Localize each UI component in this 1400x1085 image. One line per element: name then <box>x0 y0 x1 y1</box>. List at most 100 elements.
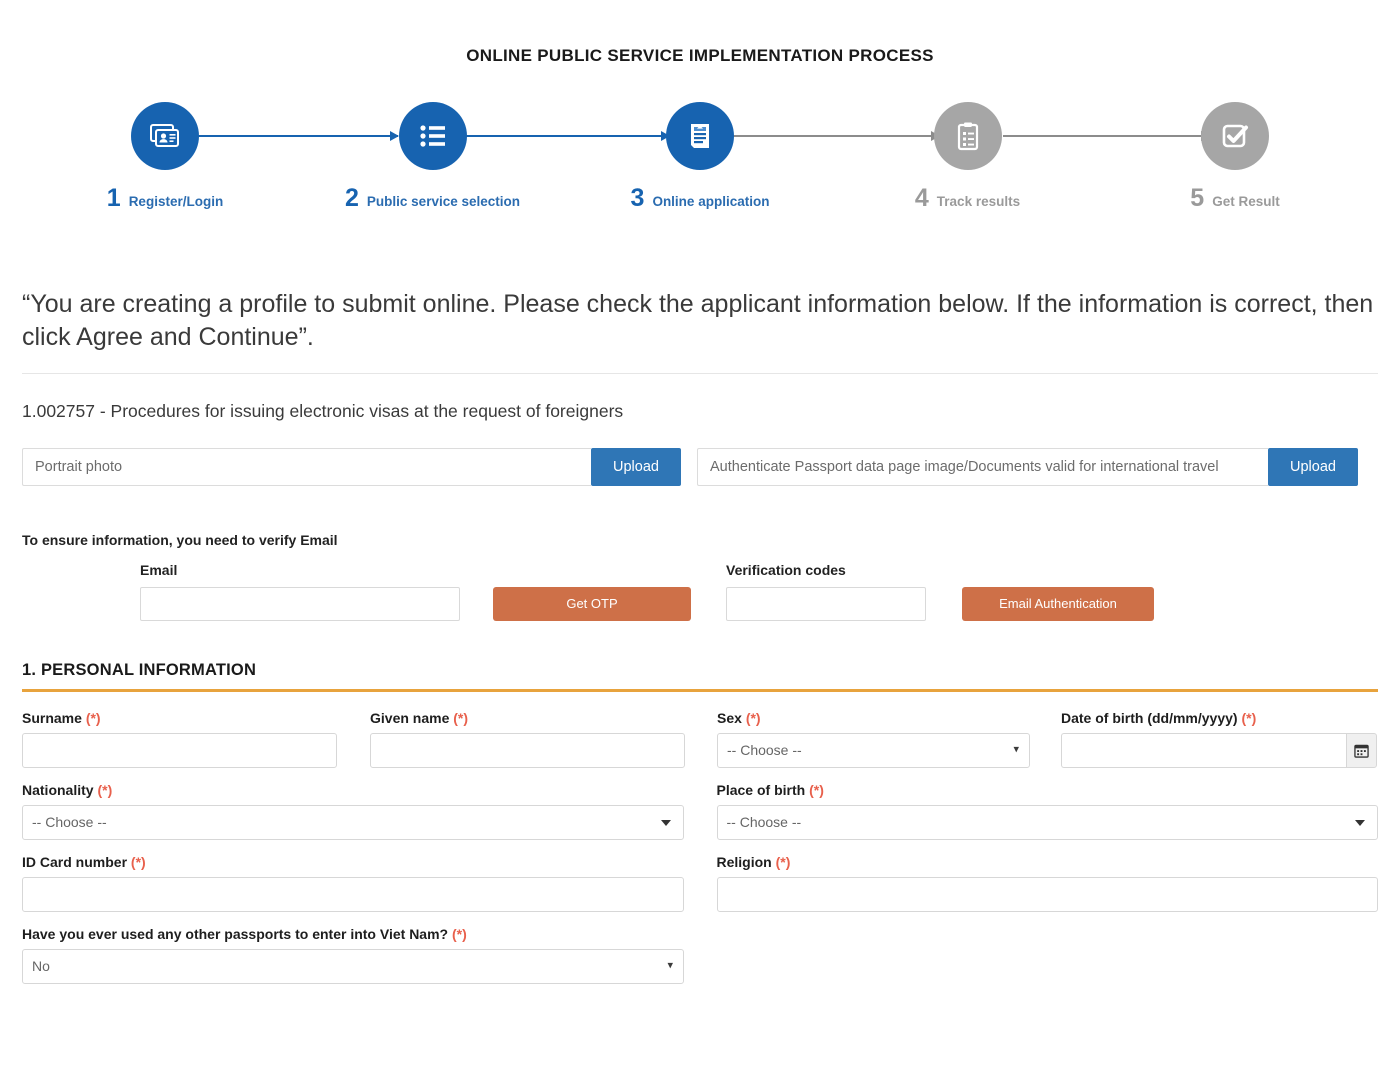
dob-required-mark: (*) <box>1241 710 1256 726</box>
step-5-text: Get Result <box>1212 195 1280 209</box>
other-passports-required-mark: (*) <box>452 926 467 942</box>
sex-select[interactable]: -- Choose -- <box>717 733 1030 768</box>
sex-select-wrap: -- Choose -- ▾ <box>717 733 1030 768</box>
step-5-circle <box>1201 102 1269 170</box>
page-root: ONLINE PUBLIC SERVICE IMPLEMENTATION PRO… <box>0 0 1400 984</box>
nationality-select-wrap: -- Choose -- <box>22 805 684 840</box>
field-id-card-number: ID Card number (*) <box>22 854 684 912</box>
procedure-code: 1.002757 - Procedures for issuing electr… <box>22 374 1378 448</box>
dob-label: Date of birth (dd/mm/yyyy) (*) <box>1061 710 1377 726</box>
step-1-circle <box>131 102 199 170</box>
place-of-birth-select[interactable]: -- Choose -- <box>717 805 1379 840</box>
list-icon <box>417 120 449 152</box>
id-card-number-label-text: ID Card number <box>22 854 127 870</box>
email-input[interactable] <box>140 587 460 621</box>
dob-input[interactable] <box>1061 733 1346 768</box>
connector-2-3 <box>463 135 669 137</box>
passport-page-filename[interactable]: Authenticate Passport data page image/Do… <box>697 448 1268 486</box>
step-4-text: Track results <box>937 195 1020 209</box>
step-2-number: 2 <box>345 186 359 211</box>
nationality-label: Nationality (*) <box>22 782 684 798</box>
surname-required-mark: (*) <box>86 710 101 726</box>
connector-3-4 <box>733 135 939 137</box>
field-religion: Religion (*) <box>717 854 1379 912</box>
form-row-3: ID Card number (*) Religion (*) <box>22 854 1378 912</box>
step-1-text: Register/Login <box>129 195 224 209</box>
place-of-birth-select-wrap: -- Choose -- <box>717 805 1379 840</box>
step-3-label: 3 Online application <box>631 186 770 211</box>
portrait-photo-upload-group: Portrait photo Upload <box>22 448 681 486</box>
id-card-number-input[interactable] <box>22 877 684 912</box>
given-name-label: Given name (*) <box>370 710 685 726</box>
personal-information-form: Surname (*) Given name (*) Sex (*) <box>22 710 1378 984</box>
surname-label: Surname (*) <box>22 710 337 726</box>
religion-input[interactable] <box>717 877 1379 912</box>
verification-codes-input[interactable] <box>726 587 926 621</box>
verification-codes-group: Verification codes <box>726 562 926 621</box>
field-given-name: Given name (*) <box>370 710 685 768</box>
religion-required-mark: (*) <box>776 854 791 870</box>
field-date-of-birth: Date of birth (dd/mm/yyyy) (*) <box>1061 710 1377 768</box>
other-passports-label: Have you ever used any other passports t… <box>22 926 684 942</box>
dob-input-group <box>1061 733 1377 768</box>
portrait-photo-filename[interactable]: Portrait photo <box>22 448 591 486</box>
given-name-required-mark: (*) <box>453 710 468 726</box>
step-public-service-selection[interactable]: 2 Public service selection <box>363 102 503 211</box>
nationality-label-text: Nationality <box>22 782 94 798</box>
step-2-label: 2 Public service selection <box>345 186 520 211</box>
sex-label-text: Sex <box>717 710 742 726</box>
other-passports-select[interactable]: No <box>22 949 684 984</box>
step-1-number: 1 <box>107 186 121 211</box>
surname-label-text: Surname <box>22 710 82 726</box>
sex-label: Sex (*) <box>717 710 1030 726</box>
step-3-number: 3 <box>631 186 645 211</box>
surname-input[interactable] <box>22 733 337 768</box>
field-sex: Sex (*) -- Choose -- ▾ <box>717 710 1030 768</box>
connector-4-5 <box>1003 135 1209 137</box>
step-4-circle <box>934 102 1002 170</box>
religion-label: Religion (*) <box>717 854 1379 870</box>
step-4-number: 4 <box>915 186 929 211</box>
section-personal-information-title: 1. PERSONAL INFORMATION <box>22 661 1378 692</box>
field-nationality: Nationality (*) -- Choose -- <box>22 782 684 840</box>
given-name-label-text: Given name <box>370 710 449 726</box>
id-card-number-required-mark: (*) <box>131 854 146 870</box>
form-row-1: Surname (*) Given name (*) Sex (*) <box>22 710 1378 768</box>
nationality-required-mark: (*) <box>97 782 112 798</box>
step-4-label: 4 Track results <box>915 186 1020 211</box>
step-track-results[interactable]: 4 Track results <box>898 102 1038 211</box>
place-of-birth-label-text: Place of birth <box>717 782 806 798</box>
nationality-select[interactable]: -- Choose -- <box>22 805 684 840</box>
field-other-passports: Have you ever used any other passports t… <box>22 926 684 984</box>
connector-1-2 <box>192 135 398 137</box>
sex-required-mark: (*) <box>746 710 761 726</box>
checkbox-check-icon <box>1218 119 1252 153</box>
verify-email-note: To ensure information, you need to verif… <box>22 532 1378 548</box>
other-passports-label-text: Have you ever used any other passports t… <box>22 926 448 942</box>
portrait-photo-upload-button[interactable]: Upload <box>591 448 681 486</box>
get-otp-button[interactable]: Get OTP <box>493 587 691 621</box>
religion-label-text: Religion <box>717 854 772 870</box>
step-2-text: Public service selection <box>367 195 520 209</box>
place-of-birth-label: Place of birth (*) <box>717 782 1379 798</box>
email-label: Email <box>140 562 460 578</box>
process-stepper: 1 Register/Login 2 <box>0 102 1400 232</box>
field-place-of-birth: Place of birth (*) -- Choose -- <box>717 782 1379 840</box>
email-field-group: Email <box>140 562 460 621</box>
email-verification-row: Email Get OTP Verification codes Email A… <box>22 562 1378 621</box>
passport-page-upload-group: Authenticate Passport data page image/Do… <box>697 448 1358 486</box>
step-get-result[interactable]: 5 Get Result <box>1165 102 1305 211</box>
upload-row: Portrait photo Upload Authenticate Passp… <box>22 448 1378 486</box>
given-name-input[interactable] <box>370 733 685 768</box>
main-content: “You are creating a profile to submit on… <box>0 232 1400 984</box>
other-passports-select-wrap: No ▾ <box>22 949 684 984</box>
step-register-login[interactable]: 1 Register/Login <box>95 102 235 211</box>
step-online-application[interactable]: 3 Online application <box>630 102 770 211</box>
step-1-label: 1 Register/Login <box>107 186 223 211</box>
email-authentication-button[interactable]: Email Authentication <box>962 587 1154 621</box>
calendar-icon[interactable] <box>1346 733 1377 768</box>
step-3-circle <box>666 102 734 170</box>
place-of-birth-required-mark: (*) <box>809 782 824 798</box>
field-surname: Surname (*) <box>22 710 337 768</box>
passport-page-upload-button[interactable]: Upload <box>1268 448 1358 486</box>
